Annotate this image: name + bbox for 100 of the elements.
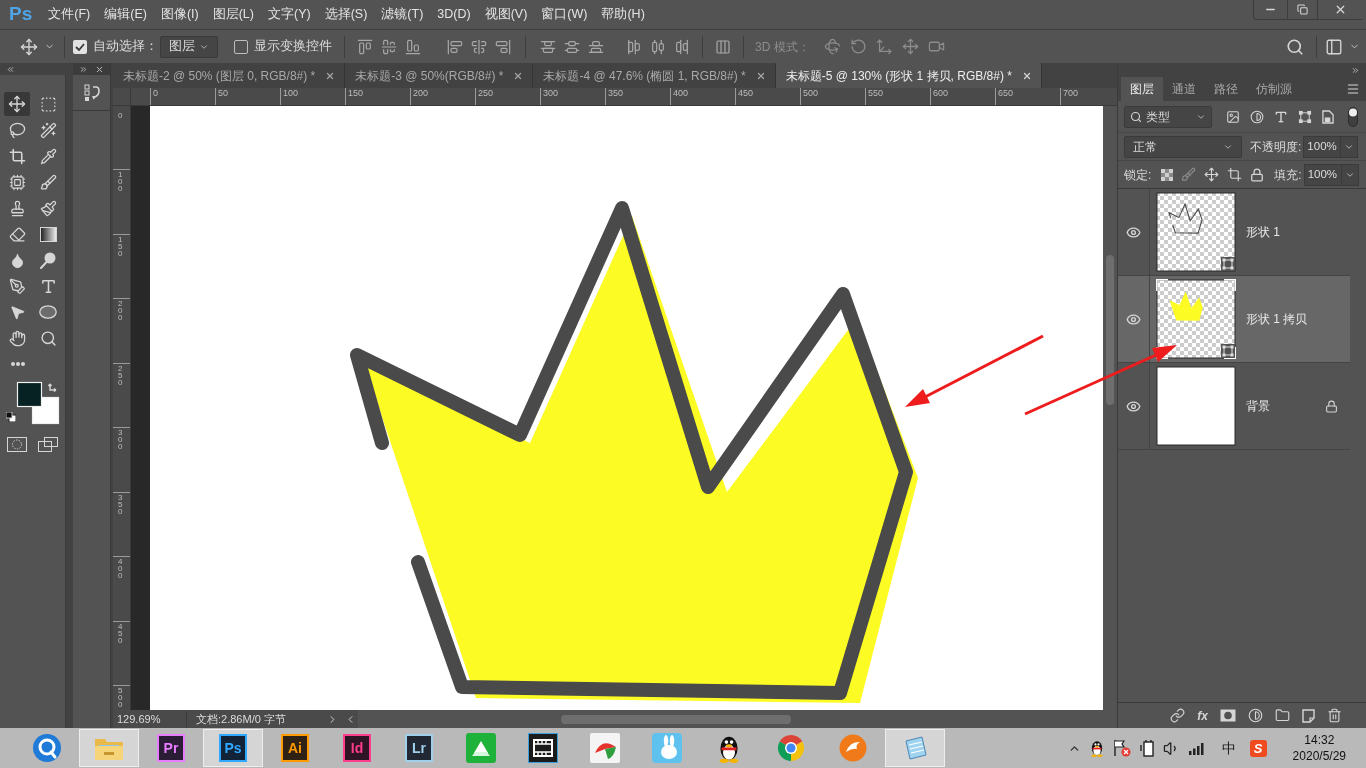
eye-icon[interactable] xyxy=(1126,224,1141,240)
distribute-icon[interactable] xyxy=(588,38,604,55)
distribute-icon[interactable] xyxy=(540,38,556,55)
panel-tab[interactable]: 通道 xyxy=(1163,77,1205,101)
align-icon[interactable] xyxy=(495,38,511,55)
battery-icon[interactable] xyxy=(1138,739,1155,757)
folder-icon[interactable] xyxy=(1275,708,1290,723)
color-swatches-icon[interactable] xyxy=(16,381,60,425)
panel-layout-icon[interactable] xyxy=(1325,37,1343,56)
align-icon[interactable] xyxy=(471,38,487,55)
lock-icon[interactable] xyxy=(1250,167,1265,182)
layer-name: 背景 xyxy=(1246,398,1270,415)
clock-time[interactable]: 14:32 xyxy=(1304,732,1335,748)
columns-icon[interactable] xyxy=(715,38,731,55)
menu-item[interactable]: 文件(F) xyxy=(48,6,91,22)
menu-item[interactable]: 选择(S) xyxy=(324,6,368,22)
opacity-field[interactable]: 100% xyxy=(1303,135,1342,158)
checkerboard-icon[interactable] xyxy=(1161,168,1174,181)
close-icon[interactable] xyxy=(513,70,524,81)
scrollbar-thumb[interactable] xyxy=(561,714,791,724)
panel-tab[interactable]: 路径 xyxy=(1205,77,1247,101)
image-icon[interactable] xyxy=(1226,109,1240,124)
tool-button[interactable] xyxy=(4,92,30,116)
close-icon[interactable] xyxy=(95,64,104,74)
toggle-switch-icon[interactable] xyxy=(1348,106,1358,127)
scrollbar-thumb[interactable] xyxy=(1106,255,1114,405)
collapse-icon[interactable] xyxy=(6,64,15,74)
menu-item[interactable]: 3D(D) xyxy=(437,6,471,22)
search-icon[interactable] xyxy=(1286,37,1304,56)
ruler-label: 450 xyxy=(738,88,755,98)
wand-icon xyxy=(39,121,57,139)
close-icon[interactable] xyxy=(325,70,336,81)
taskbar-button[interactable]: Lr xyxy=(389,729,449,767)
close-icon[interactable] xyxy=(755,70,766,81)
clock-date[interactable]: 2020/5/29 xyxy=(1292,748,1346,764)
align-icon[interactable] xyxy=(405,38,421,55)
fill-field[interactable]: 100% xyxy=(1303,163,1342,186)
flag-icon[interactable] xyxy=(1112,739,1131,757)
half-circle-icon[interactable] xyxy=(1250,109,1264,124)
menu-item[interactable]: 视图(V) xyxy=(484,6,528,22)
layer-row[interactable]: 背景 xyxy=(1118,363,1350,450)
taskbar-button[interactable]: Ai xyxy=(265,729,325,767)
trash-icon[interactable] xyxy=(1327,708,1342,723)
auto-select-checkbox[interactable] xyxy=(73,39,87,54)
menu-item[interactable]: 编辑(E) xyxy=(104,6,147,22)
new-page-icon[interactable] xyxy=(1302,708,1315,723)
menu-item[interactable]: 图像(I) xyxy=(160,6,199,22)
hand-icon xyxy=(8,329,26,347)
document-icon[interactable] xyxy=(1322,109,1334,124)
move-icon[interactable] xyxy=(20,37,38,56)
transform-controls-checkbox[interactable] xyxy=(234,39,248,54)
distribute-icon[interactable] xyxy=(564,38,580,55)
layer-row[interactable]: 形状 1 拷贝 xyxy=(1118,276,1350,363)
panel-tab[interactable]: 仿制源 xyxy=(1247,77,1301,101)
ruler-label: 200 xyxy=(413,88,430,98)
collapse-icon[interactable] xyxy=(1351,65,1360,75)
default-colors-icon[interactable] xyxy=(6,412,16,422)
shape-frame-icon[interactable] xyxy=(1298,109,1312,124)
crop-icon[interactable] xyxy=(1227,167,1243,182)
target-dropdown[interactable]: 图层 xyxy=(160,35,218,58)
eye-icon[interactable] xyxy=(1126,398,1141,414)
signal-bars-icon[interactable] xyxy=(1187,741,1206,755)
fill-label: 填充: xyxy=(1274,166,1302,184)
zoom-level[interactable]: 129.69% xyxy=(113,710,187,728)
align-icon[interactable] xyxy=(447,38,463,55)
blend-mode-dropdown[interactable]: 正常 xyxy=(1124,135,1242,158)
distribute-icon[interactable] xyxy=(674,38,690,55)
menu-item[interactable]: 滤镜(T) xyxy=(381,6,424,22)
search-icon xyxy=(1130,110,1142,123)
distribute-icon[interactable] xyxy=(626,38,642,55)
menu-item[interactable]: 窗口(W) xyxy=(541,6,588,22)
app-logo: Ps xyxy=(219,734,247,762)
ime-logo[interactable]: S xyxy=(1249,739,1267,757)
menu-icon[interactable] xyxy=(1346,82,1360,96)
link-icon[interactable] xyxy=(1170,708,1186,723)
effects-button[interactable]: fx xyxy=(1197,709,1208,722)
menu-item[interactable]: 帮助(H) xyxy=(601,6,645,22)
menu-item[interactable]: 文字(Y) xyxy=(268,6,311,22)
expand-icon[interactable] xyxy=(79,64,88,74)
eraser-icon xyxy=(8,225,26,243)
move-icon[interactable] xyxy=(1204,167,1220,182)
close-icon[interactable] xyxy=(1021,70,1032,81)
align-icon[interactable] xyxy=(381,38,397,55)
distribute-icon[interactable] xyxy=(650,38,666,55)
panel-tab[interactable]: 图层 xyxy=(1121,77,1163,101)
taskbar-button[interactable]: Pr xyxy=(141,729,201,767)
ruler-label: 700 xyxy=(1063,88,1080,98)
half-circle-icon[interactable] xyxy=(1248,708,1263,723)
filter-kind-dropdown[interactable]: 类型 xyxy=(1124,105,1212,128)
eye-icon[interactable] xyxy=(1126,311,1141,327)
taskbar-button[interactable]: Id xyxy=(327,729,387,767)
layer-row[interactable]: 形状 1 xyxy=(1118,189,1350,276)
align-icon[interactable] xyxy=(357,38,373,55)
document-tab[interactable]: 未标题-5 @ 130% (形状 1 拷贝, RGB/8#) * xyxy=(775,63,1042,88)
type-icon[interactable] xyxy=(1274,109,1288,124)
input-method-indicator[interactable]: 中 xyxy=(1221,737,1236,759)
menu-item[interactable]: 图层(L) xyxy=(212,6,254,22)
ruler-label: 550 xyxy=(868,88,885,98)
circle-in-square-icon[interactable] xyxy=(1220,709,1236,722)
taskbar-button[interactable]: Ps xyxy=(203,729,263,767)
